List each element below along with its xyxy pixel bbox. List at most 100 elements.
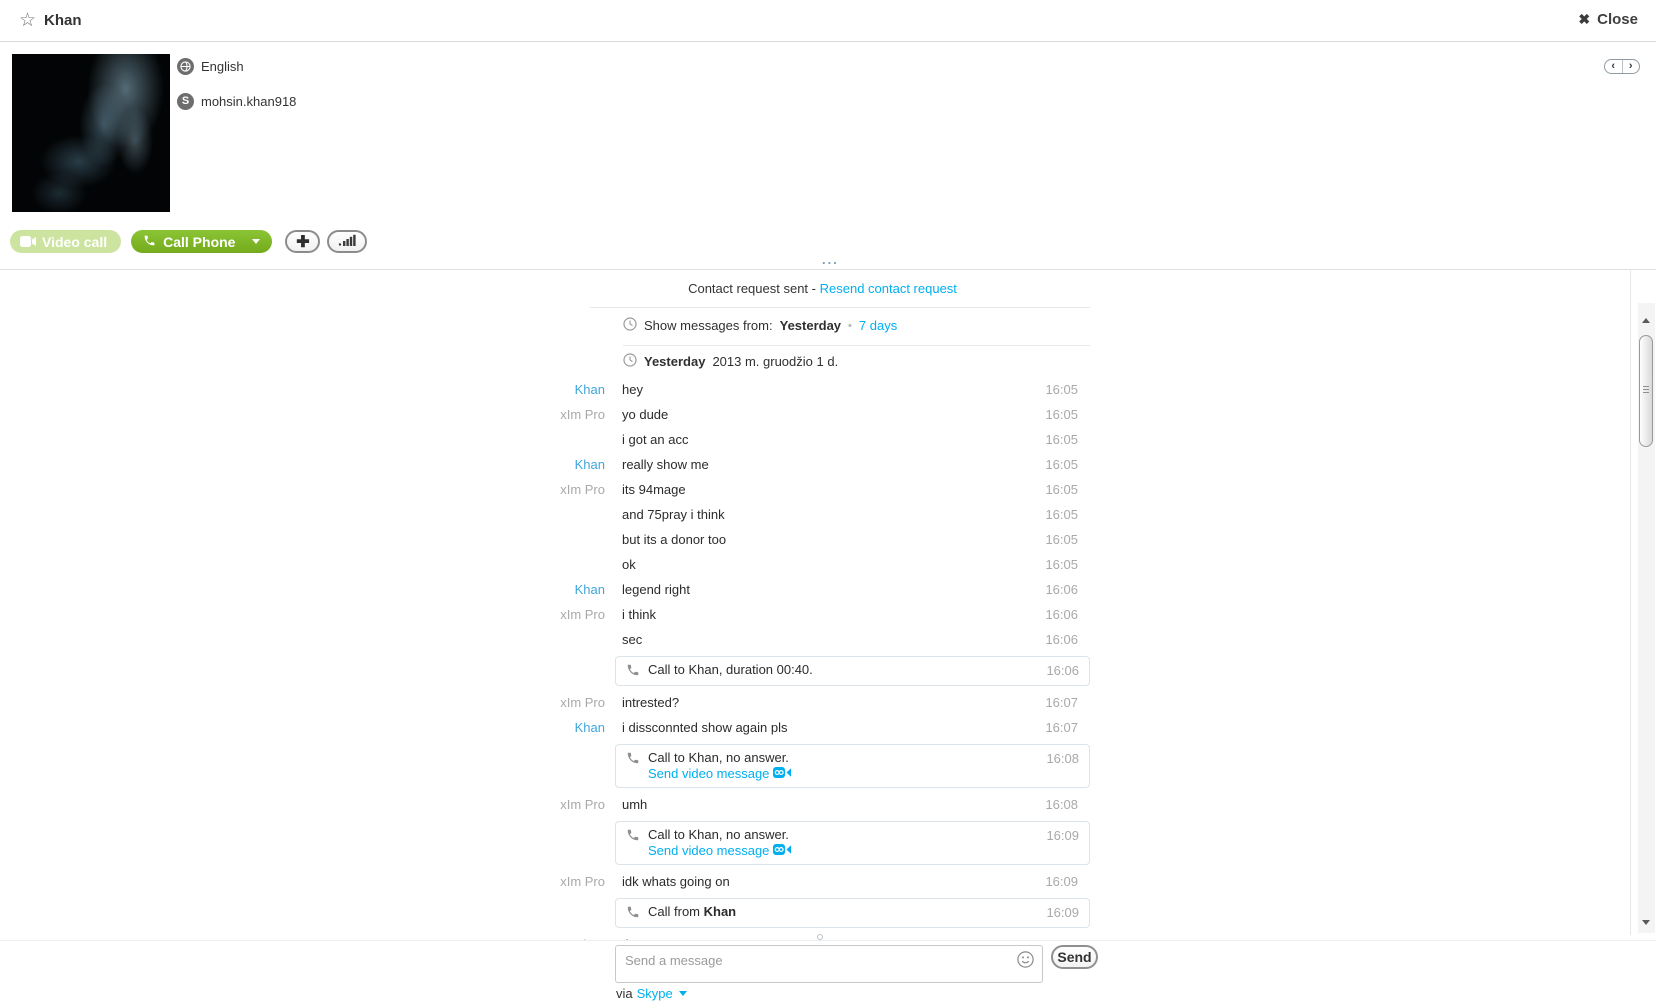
show-messages-selected: Yesterday — [779, 318, 842, 333]
message-timestamp: 16:09 — [1030, 937, 1078, 940]
nav-next-button[interactable]: › — [1623, 60, 1640, 73]
message-text: its 94mage — [622, 482, 686, 497]
via-service-selector[interactable]: via Skype — [616, 986, 687, 1001]
call-quality-button[interactable] — [327, 230, 368, 253]
message-timestamp: 16:06 — [1045, 607, 1078, 622]
send-video-message-link[interactable]: Send video message — [648, 766, 792, 782]
message-timestamp: 16:07 — [1045, 720, 1078, 735]
call-event-body: Call to Khan, no answer. Send video messa… — [648, 750, 1031, 782]
favorite-star-icon[interactable]: ☆ — [19, 9, 36, 32]
day-header: Yesterday 2013 m. gruodžio 1 d. — [623, 353, 1090, 370]
call-event-text: Call to Khan, no answer. — [648, 750, 789, 765]
video-message-icon — [773, 843, 792, 859]
send-button[interactable]: Send — [1051, 945, 1098, 969]
message-row: Khan really show me 16:05 — [555, 452, 1090, 477]
scroll-up-arrow[interactable] — [1642, 318, 1650, 323]
message-text: idk whats going on — [622, 874, 730, 889]
chevron-down-icon — [678, 991, 687, 996]
message-row: xIm Pro its 94mage 16:05 — [555, 477, 1090, 502]
chevron-down-icon[interactable] — [252, 239, 261, 244]
message-text: there — [622, 937, 1030, 940]
resend-contact-request-link[interactable]: Resend contact request — [820, 281, 957, 296]
message-timestamp: 16:09 — [1046, 905, 1079, 920]
message-text: sec — [622, 632, 643, 647]
language-label: English — [201, 59, 244, 74]
message-row: Khan i dissconnted show again pls 16:07 — [555, 715, 1090, 740]
message-timestamp: 16:05 — [1045, 457, 1078, 472]
message-row: xIm Pro umh 16:08 — [555, 792, 1090, 817]
message-row: but its a donor too 16:05 — [555, 527, 1090, 552]
message-text: really show me — [622, 457, 709, 472]
call-event-row: Call from Khan 16:09 — [615, 898, 1090, 928]
call-event-text: Call to Khan, no answer. — [648, 827, 789, 842]
phone-icon — [143, 234, 156, 250]
call-toolbar: Video call Call Phone ✚ — [10, 230, 368, 253]
message-text: but its a donor too — [622, 532, 727, 547]
chat-scrollbar[interactable] — [1638, 303, 1655, 933]
call-event-text: Call to Khan, duration 00:40. — [648, 662, 813, 677]
via-service-link[interactable]: Skype — [637, 986, 673, 1001]
nav-prev-button[interactable]: ‹ — [1605, 60, 1623, 73]
add-participant-button[interactable]: ✚ — [285, 230, 321, 253]
contact-request-banner: Contact request sent - Resend contact re… — [555, 281, 1090, 296]
divider — [590, 307, 1090, 308]
message-sender: Khan — [574, 457, 605, 472]
contact-avatar — [12, 54, 170, 212]
close-button[interactable]: ✖ Close — [1578, 11, 1638, 28]
call-event-body: Call to Khan, no answer. Send video messa… — [648, 827, 1031, 859]
seven-days-link[interactable]: 7 days — [859, 318, 897, 333]
day-header-label: Yesterday — [644, 354, 706, 369]
video-camera-icon — [20, 234, 36, 250]
chat-history: Contact request sent - Resend contact re… — [0, 269, 1656, 941]
message-row: xIm Pro intrested? 16:07 — [555, 690, 1090, 715]
call-phone-button[interactable]: Call Phone — [131, 230, 273, 253]
message-sender: xIm Pro — [560, 482, 605, 497]
scroll-down-arrow[interactable] — [1642, 920, 1650, 925]
message-timestamp: 16:05 — [1045, 507, 1078, 522]
message-timestamp: 16:06 — [1045, 582, 1078, 597]
message-input[interactable] — [615, 945, 1043, 983]
message-timestamp: 16:06 — [1045, 632, 1078, 647]
call-event-row: Call to Khan, no answer. Send video messa… — [615, 821, 1090, 865]
message-text: i think — [622, 607, 656, 622]
chat-right-border — [1630, 269, 1631, 935]
message-sender: xIm Pro — [560, 874, 605, 889]
phone-handset-icon — [626, 751, 640, 768]
message-sender: xIm Pro — [560, 407, 605, 422]
separator-dot: • — [848, 319, 852, 332]
scrollbar-thumb[interactable] — [1639, 335, 1653, 447]
collapse-profile-handle[interactable]: ... — [822, 252, 839, 267]
show-messages-label: Show messages from: — [644, 318, 773, 333]
message-timestamp: 16:06 — [1046, 663, 1079, 678]
message-sender: xIm Pro — [560, 607, 605, 622]
message-timestamp: 16:05 — [1045, 532, 1078, 547]
message-timestamp: 16:07 — [1045, 695, 1078, 710]
message-timestamp: 16:08 — [1046, 751, 1079, 766]
message-row: xIm Pro yo dude 16:05 — [555, 402, 1090, 427]
message-row: and 75pray i think 16:05 — [555, 502, 1090, 527]
message-text: intrested? — [622, 695, 680, 710]
history-nav: ‹ › — [1604, 59, 1640, 74]
message-timestamp: 16:05 — [1045, 382, 1078, 397]
video-call-button[interactable]: Video call — [10, 230, 122, 253]
scrollbar-grip — [1643, 386, 1649, 395]
message-row: xIm Pro idk whats going on 16:09 — [555, 869, 1090, 894]
emoticon-button[interactable] — [1017, 951, 1034, 973]
via-label: via — [616, 986, 633, 1001]
conversation-title: Khan — [44, 12, 82, 29]
message-sender: Khan — [574, 582, 605, 597]
message-row: Khan legend right 16:06 — [555, 577, 1090, 602]
message-text: i dissconnted show again pls — [622, 720, 788, 735]
language-row: English — [177, 58, 244, 75]
show-messages-control: Show messages from: Yesterday • 7 days — [623, 317, 1090, 334]
conversation-topbar: ☆ Khan ✖ Close — [0, 0, 1656, 42]
message-text: i got an acc — [622, 432, 689, 447]
plus-icon: ✚ — [296, 233, 310, 251]
close-icon: ✖ — [1578, 11, 1591, 27]
clock-icon — [623, 317, 637, 334]
message-timestamp: 16:09 — [1045, 874, 1078, 889]
composer-splitter-handle[interactable] — [817, 934, 823, 940]
video-message-icon — [773, 766, 792, 782]
message-timestamp: 16:08 — [1045, 797, 1078, 812]
send-video-message-link[interactable]: Send video message — [648, 843, 792, 859]
